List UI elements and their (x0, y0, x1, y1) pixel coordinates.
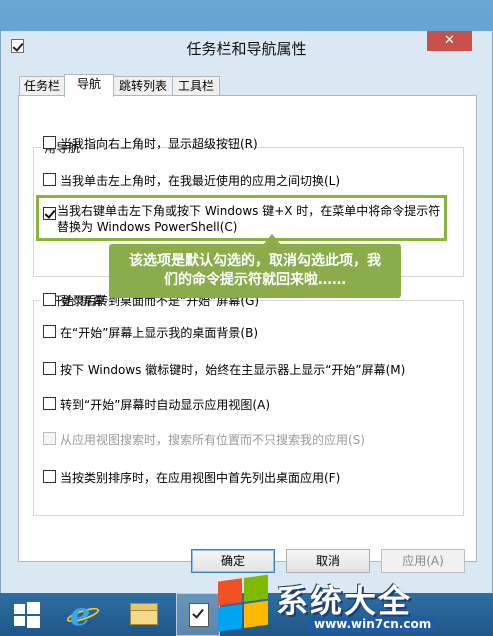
search-everywhere-label: 从应用视图搜索时，搜索所有位置而不只搜索我的应用(S) (60, 433, 365, 447)
apps-view-label: 转到“开始”屏幕时自动显示应用视图(A) (60, 398, 271, 412)
replace-with-powershell-label: 当我右键单击左下角或按下 Windows 键+X 时，在菜单中将命令提示符 替换… (57, 203, 441, 235)
callout-line2: 们的命令提示符就回来啦…… (164, 272, 346, 288)
powershell-label-line1: 当我右键单击左下角或按下 Windows 键+X 时，在菜单中将命令提示符 (57, 204, 441, 218)
show-charms-label: 当我指向右上角时，显示超级按钮(R) (60, 137, 258, 151)
windows-start-icon[interactable] (10, 593, 50, 636)
go-to-desktop-checkbox[interactable] (43, 293, 56, 306)
ok-button[interactable]: 确定 (191, 549, 275, 573)
windows-flag-logo-icon (218, 574, 270, 633)
watermark-url: www.win7cn.com (310, 617, 436, 632)
powershell-label-line2: 替换为 Windows PowerShell(C) (57, 220, 238, 234)
apps-view-checkbox[interactable] (43, 397, 56, 410)
main-display-start-checkbox[interactable] (43, 362, 56, 375)
site-watermark: 系统大全 www.win7cn.com (218, 574, 488, 636)
tab-toolbars[interactable]: 工具栏 (172, 76, 220, 96)
watermark-title: 系统大全 (276, 582, 413, 620)
callout-line1: 该选项是默认勾选的，取消勾选此项，我 (129, 253, 381, 269)
main-display-start-label: 按下 Windows 徽标键时，始终在主显示器上显示“开始”屏幕(M) (60, 363, 406, 377)
dialog-title: 任务栏和导航属性 (186, 40, 307, 58)
switch-recent-apps-label: 当我单击左上角时，在我最近使用的应用之间切换(L) (60, 174, 341, 188)
close-button[interactable]: ✕ (427, 31, 472, 51)
desktop-apps-first-checkbox[interactable] (43, 470, 56, 483)
taskbar-properties-icon[interactable] (176, 593, 220, 636)
title-bar[interactable]: 任务栏和导航属性 ✕ (1, 31, 492, 63)
switch-recent-apps-checkbox[interactable] (43, 173, 56, 186)
apply-button: 应用(A) (381, 549, 465, 573)
tab-jump-lists[interactable]: 跳转列表 (113, 76, 173, 96)
replace-with-powershell-checkbox[interactable] (43, 207, 56, 220)
properties-dialog: 任务栏和导航属性 ✕ 任务栏 导航 跳转列表 工具栏 角导航 “开始”屏幕 当我… (0, 31, 493, 593)
file-explorer-icon[interactable] (122, 593, 166, 636)
cancel-button[interactable]: 取消 (286, 549, 370, 573)
annotation-callout: 该选项是默认勾选的，取消勾选此项，我 们的命令提示符就回来啦…… (109, 244, 401, 298)
desktop-background-checkbox[interactable] (43, 325, 56, 338)
internet-explorer-icon[interactable]: e (60, 593, 104, 636)
tab-navigation[interactable]: 导航 (64, 74, 114, 97)
highlighted-powershell-option[interactable]: 当我右键单击左下角或按下 Windows 键+X 时，在菜单中将命令提示符 替换… (36, 195, 447, 241)
desktop-apps-first-label: 当按类别排序时，在应用视图中首先列出桌面应用(F) (60, 471, 341, 485)
desktop-background-label: 在“开始”屏幕上显示我的桌面背景(B) (60, 326, 259, 340)
search-everywhere-checkbox (43, 432, 56, 445)
show-charms-checkbox[interactable] (43, 136, 56, 149)
tab-taskbar[interactable]: 任务栏 (19, 76, 65, 96)
